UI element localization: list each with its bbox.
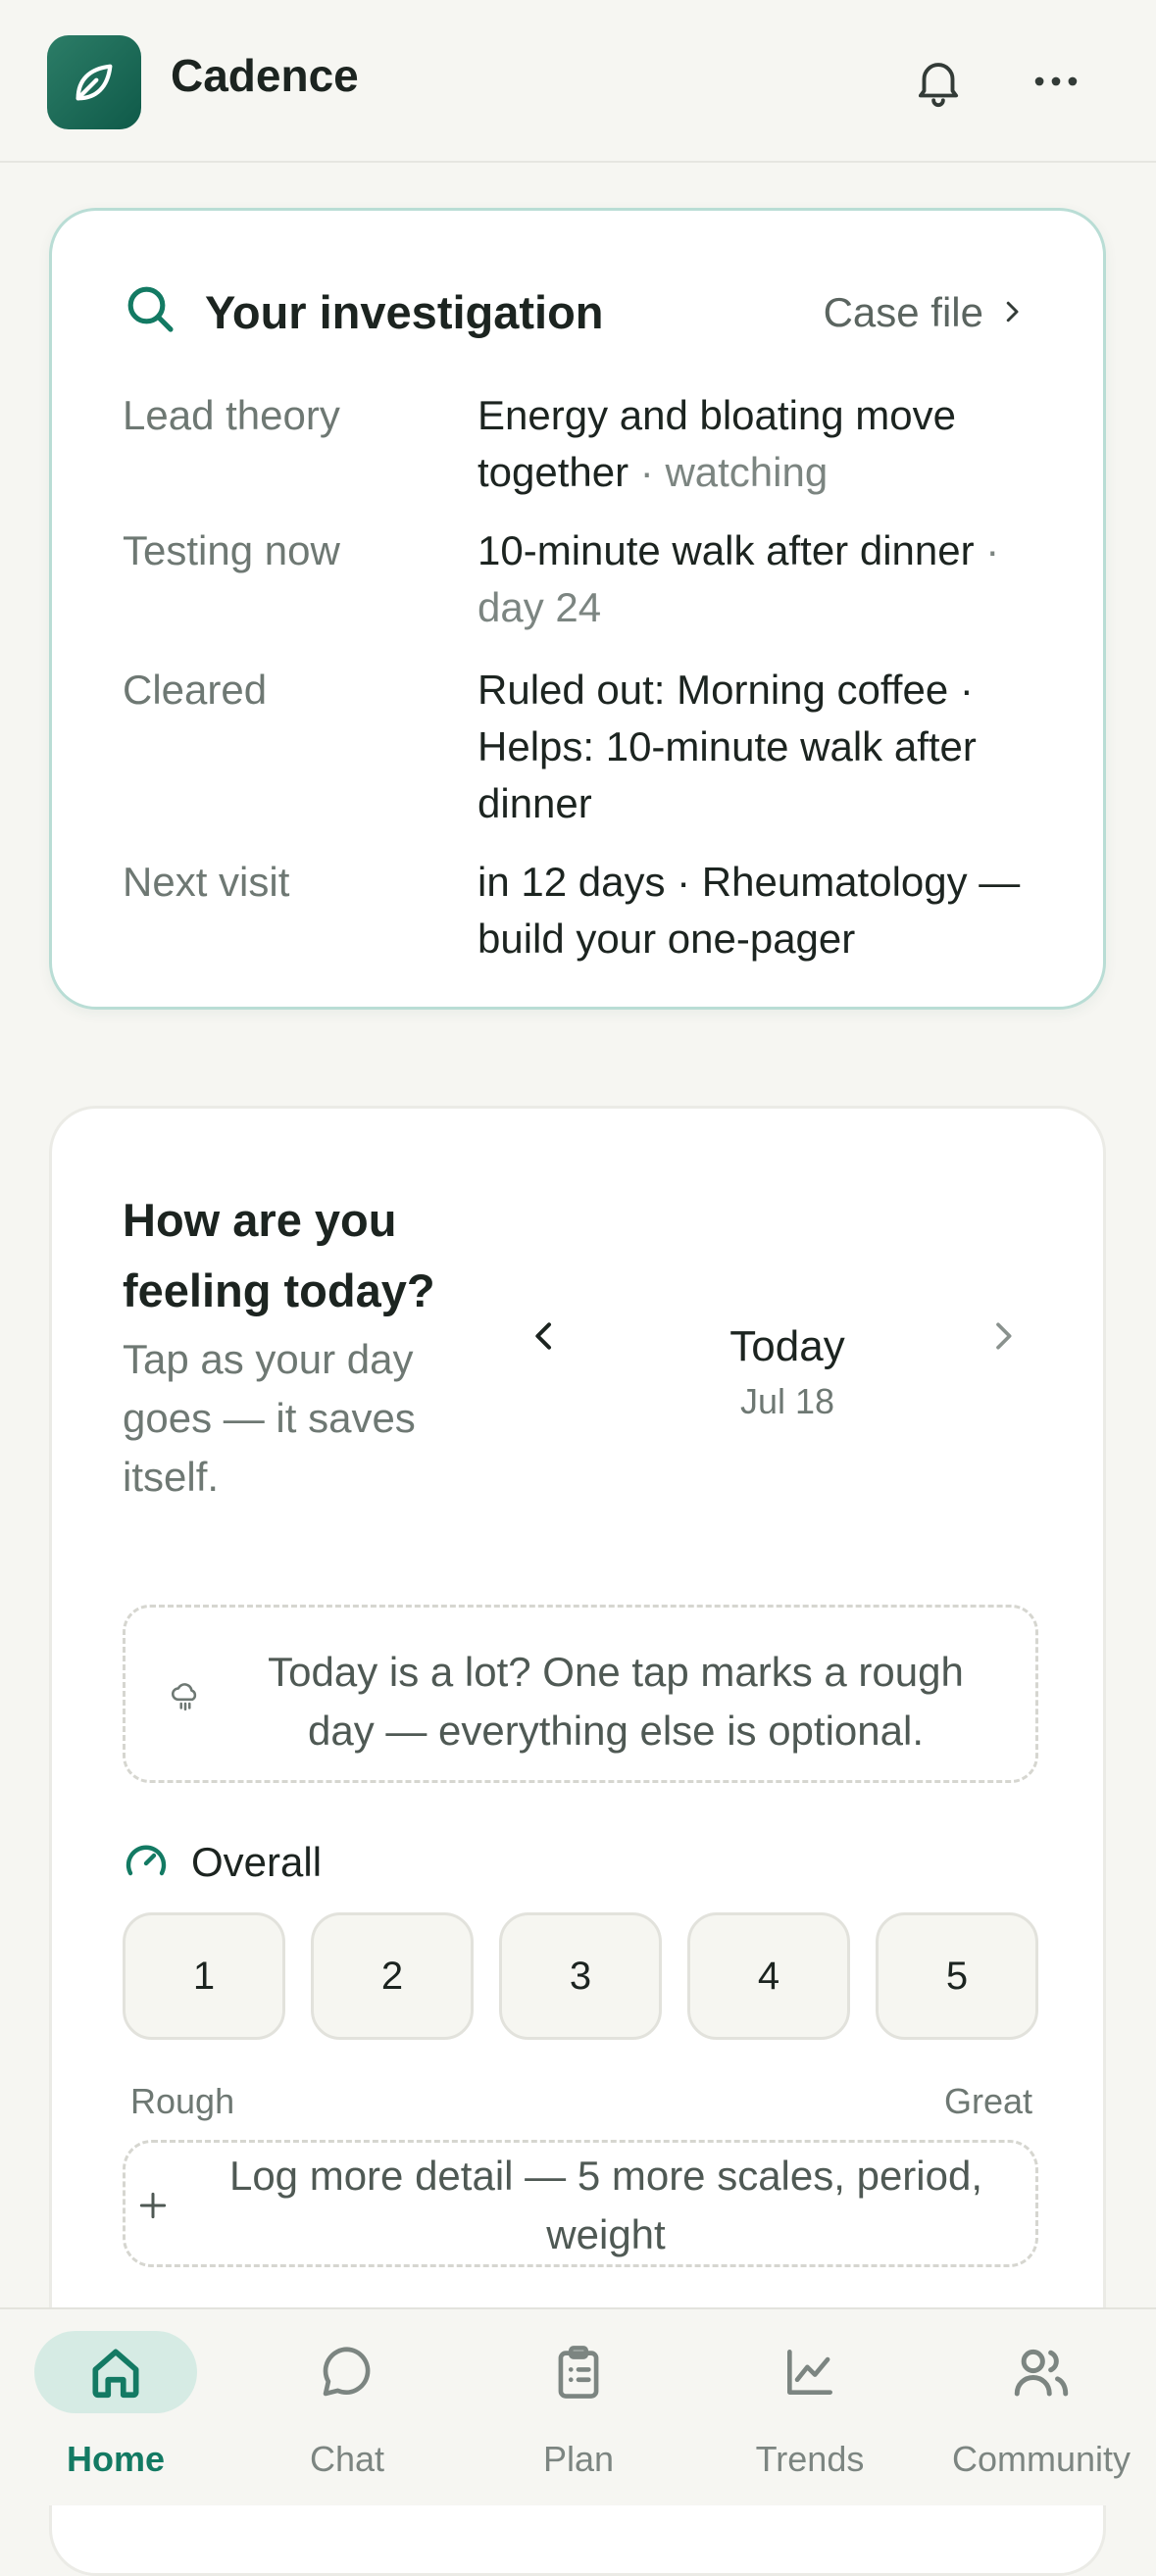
- plus-icon: [133, 2186, 173, 2225]
- date-label: Today: [729, 1322, 845, 1370]
- nav-item-chat[interactable]: Chat: [231, 2309, 463, 2507]
- date-value: Jul 18: [739, 1381, 835, 1421]
- nav-label: Plan: [542, 2439, 615, 2479]
- scale-button-4[interactable]: 4: [687, 1912, 850, 2040]
- checkin-title: How are you feeling today?: [123, 1194, 435, 1316]
- row-label: Cleared: [123, 667, 268, 713]
- row-label: Lead theory: [123, 392, 340, 438]
- nav-label: Chat: [309, 2439, 385, 2479]
- scale-button-3[interactable]: 3: [499, 1912, 662, 2040]
- row-value: Ruled out: Morning coffee · Helps: 10-mi…: [477, 667, 977, 826]
- row-label: Testing now: [123, 527, 340, 573]
- app-name: Cadence: [171, 50, 359, 101]
- app-header: Cadence: [0, 0, 1156, 163]
- case-file-link[interactable]: Case file: [824, 289, 1027, 336]
- rough-day-text: Today is a lot? One tap marks a rough da…: [268, 1649, 964, 1754]
- log-more-detail-button[interactable]: Log more detail — 5 more scales, period,…: [123, 2140, 1038, 2267]
- case-file-label: Case file: [823, 289, 983, 335]
- users-icon: [960, 2331, 1123, 2413]
- rough-day-button[interactable]: Today is a lot? One tap marks a rough da…: [123, 1605, 1038, 1783]
- rain-cloud-icon: [169, 1680, 202, 1713]
- nav-label: Trends: [755, 2439, 865, 2479]
- log-more-detail-text: Log more detail — 5 more scales, period,…: [228, 2153, 983, 2257]
- overall-scale: 1 2 3 4 5: [123, 1912, 1038, 2042]
- nav-item-community[interactable]: Community: [926, 2309, 1156, 2507]
- row-value: Energy and bloating move together · watc…: [477, 387, 1046, 501]
- scale-button-2[interactable]: 2: [311, 1912, 474, 2040]
- clipboard-icon: [497, 2331, 660, 2413]
- nav-item-trends[interactable]: Trends: [694, 2309, 926, 2507]
- investigation-card[interactable]: Your investigation Case file Lead theory…: [49, 208, 1106, 1010]
- next-day-button[interactable]: [972, 1305, 1034, 1367]
- scale-button-5[interactable]: 5: [876, 1912, 1038, 2040]
- row-note: · watching: [628, 449, 829, 495]
- scale-low-label: Rough: [130, 2081, 235, 2121]
- row-value-text: 10-minute walk after dinner: [477, 527, 975, 573]
- row-label: Next visit: [123, 859, 290, 905]
- more-horizontal-icon[interactable]: [1020, 45, 1092, 118]
- search-icon: [123, 281, 177, 336]
- nav-item-plan[interactable]: Plan: [463, 2309, 694, 2507]
- investigation-title: Your investigation: [205, 286, 604, 338]
- previous-day-button[interactable]: [513, 1305, 576, 1367]
- nav-label: Home: [66, 2439, 166, 2479]
- row-value: in 12 days · Rheumatology — build your o…: [477, 859, 1021, 962]
- chevron-right-icon: [997, 289, 1027, 336]
- nav-label: Community: [951, 2439, 1131, 2479]
- overall-heading: Overall: [123, 1836, 322, 1888]
- gauge-icon: [123, 1836, 170, 1888]
- home-icon: [34, 2331, 197, 2413]
- row-value: 10-minute walk after dinner · day 24: [477, 522, 1046, 636]
- bell-icon[interactable]: [902, 45, 975, 118]
- overall-label: Overall: [191, 1838, 323, 1885]
- chat-bubble-icon: [266, 2331, 428, 2413]
- leaf-icon: [47, 35, 141, 129]
- bottom-nav: Home Chat Plan Trends Community: [0, 2307, 1156, 2505]
- checkin-subtitle: Tap as your day goes — it saves itself.: [123, 1336, 416, 1500]
- line-chart-icon: [729, 2331, 891, 2413]
- scale-button-1[interactable]: 1: [123, 1912, 285, 2040]
- nav-item-home[interactable]: Home: [0, 2309, 231, 2507]
- scale-high-label: Great: [943, 2081, 1032, 2121]
